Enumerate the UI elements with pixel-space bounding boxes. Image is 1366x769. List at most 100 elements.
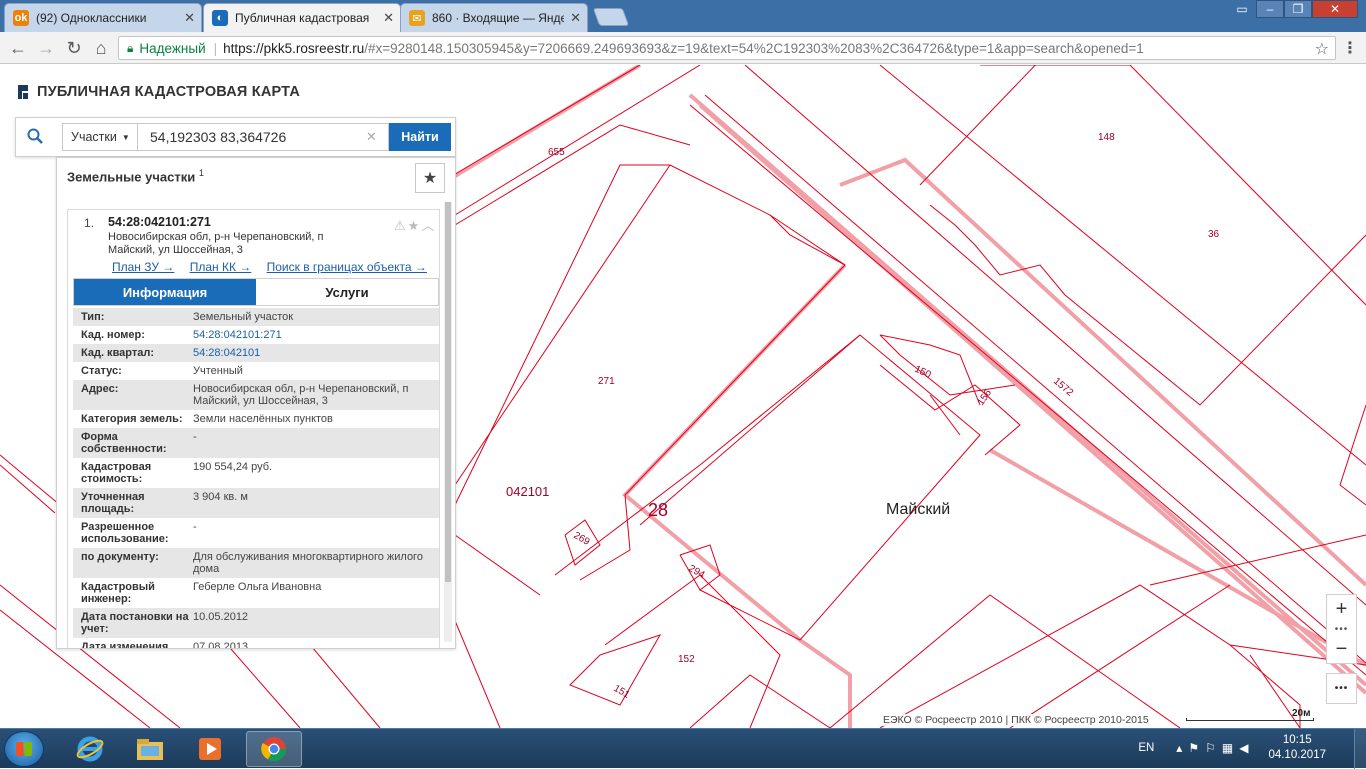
card-tabs: Информация Услуги (73, 278, 439, 306)
security-icon[interactable]: ⚑ (1188, 741, 1205, 755)
plan-kk-link[interactable]: План КК → (190, 260, 252, 274)
show-hidden-icons-icon[interactable]: ▴ (1176, 741, 1188, 755)
browser-menu-icon[interactable]: ⋮ (1342, 38, 1358, 58)
windows-taskbar: EN ▴⚑⚐▦◀ 10:15 04.10.2017 (0, 728, 1366, 769)
info-key: Дата постановки на учет: (81, 611, 189, 635)
home-icon[interactable]: ⌂ (91, 38, 111, 58)
info-value: - (193, 431, 197, 443)
search-query: 54,192303 83,364726 (150, 129, 287, 145)
close-window-button[interactable]: ✕ (1312, 0, 1358, 18)
close-tab-icon[interactable]: ✕ (570, 10, 581, 26)
results-heading: Земельные участки 1 (67, 168, 204, 184)
zoom-in-button[interactable]: + (1327, 595, 1356, 623)
search-in-bounds-link[interactable]: Поиск в границах объекта → (267, 260, 427, 274)
odnoklassniki-icon: ok (13, 10, 29, 26)
card-links: План ЗУ → План КК → Поиск в границах объ… (112, 260, 439, 274)
clock-date: 04.10.2017 (1268, 749, 1326, 761)
info-row: Тип: Земельный участок (73, 308, 439, 326)
info-value: 07.08.2013 (193, 641, 249, 649)
tab-yandex-mail[interactable]: ✉ 860 · Входящие — Яндекс ✕ (400, 3, 588, 32)
more-options-button[interactable]: ••• (1326, 673, 1357, 704)
result-cad-number[interactable]: 54:28:042101:271 (108, 215, 211, 229)
search-input[interactable]: 54,192303 83,364726 (137, 123, 389, 151)
secure-label: Надежный (139, 40, 206, 56)
info-value: Геберле Ольга Ивановна (193, 581, 322, 593)
url-bar[interactable]: 🔒︎ Надежный | https://pkk5.rosreestr.ru … (118, 36, 1336, 60)
file-explorer-icon[interactable] (122, 731, 178, 767)
results-panel: Земельные участки 1 ★ 1. 54:28:042101:27… (56, 157, 456, 649)
info-row: Кадастровый инженер: Геберле Ольга Иванов… (73, 578, 439, 608)
tab-info[interactable]: Информация (74, 279, 256, 305)
clear-icon[interactable]: ✕ (366, 129, 377, 145)
network-icon[interactable]: ▦ (1222, 741, 1239, 755)
star-icon[interactable]: ★ (408, 218, 422, 233)
parcel-label: 655 (548, 147, 565, 158)
search-icon[interactable] (27, 128, 43, 149)
info-key: Тип: (81, 311, 105, 323)
info-value: 190 554,24 руб. (193, 461, 273, 473)
info-value: 3 904 кв. м (193, 491, 248, 503)
close-tab-icon[interactable]: ✕ (184, 10, 195, 26)
forward-arrow-icon[interactable]: → (36, 38, 56, 58)
tab-title: 860 · Входящие — Яндекс (432, 11, 565, 25)
chevron-up-icon[interactable]: ︿ (421, 218, 436, 233)
media-player-icon[interactable] (182, 731, 238, 767)
app-brand[interactable]: ПУБЛИЧНАЯ КАДАСТРОВАЯ КАРТА (16, 83, 300, 101)
chrome-icon[interactable] (246, 731, 302, 767)
info-value: Учтенный (193, 365, 243, 377)
search-bar: Участки ▼ 54,192303 83,364726 ✕ Найти (15, 117, 456, 157)
scrollbar-thumb[interactable] (445, 202, 451, 582)
url-host: https://pkk5.rosreestr.ru (223, 40, 365, 56)
info-value: Земельный участок (193, 311, 294, 323)
info-key: Разрешенное использование: (81, 521, 169, 545)
back-arrow-icon[interactable]: ← (8, 38, 28, 58)
zoom-levels-icon[interactable]: ••• (1327, 623, 1356, 635)
settlement-label: Майский (886, 501, 950, 518)
info-value: Земли населённых пунктов (193, 413, 333, 425)
lock-icon: 🔒︎ (127, 40, 134, 55)
results-heading-text: Земельные участки (67, 169, 196, 185)
info-key: Категория земель: (81, 413, 183, 425)
bookmark-star-icon[interactable]: ☆ (1315, 39, 1329, 59)
internet-explorer-icon[interactable] (62, 731, 118, 767)
reload-icon[interactable]: ↻ (64, 38, 84, 58)
tab-pkk[interactable]: ◐ Публичная кадастровая ✕ (203, 3, 401, 32)
user-icon[interactable]: ▭ (1228, 0, 1256, 18)
info-row: Кад. квартал: 54:28:042101 (73, 344, 439, 362)
zoom-out-button[interactable]: − (1327, 635, 1356, 663)
info-key: Уточненная площадь: (81, 491, 145, 515)
search-type-value: Участки (71, 130, 117, 144)
close-tab-icon[interactable]: ✕ (383, 10, 394, 26)
parcel-label: 271 (598, 376, 615, 387)
result-address: Новосибирская обл, р-н Черепановский, п … (108, 231, 324, 256)
info-value[interactable]: 54:28:042101 (193, 347, 439, 359)
chevron-down-icon: ▼ (121, 132, 130, 142)
warning-icon[interactable]: ⚠ (394, 218, 408, 233)
show-desktop-button[interactable] (1354, 729, 1366, 769)
volume-icon[interactable]: ◀ (1239, 741, 1254, 755)
info-key: по документу: (81, 551, 159, 563)
search-type-select[interactable]: Участки ▼ (62, 123, 138, 151)
map-attribution: ЕЭКО © Росреестр 2010 | ПКК © Росреестр … (880, 714, 1152, 726)
plan-zu-link[interactable]: План ЗУ → (112, 260, 174, 274)
maximize-button[interactable]: ❐ (1284, 0, 1312, 18)
flag-icon[interactable]: ⚐ (1205, 741, 1222, 755)
app-title: ПУБЛИЧНАЯ КАДАСТРОВАЯ КАРТА (37, 84, 300, 100)
panel-scrollbar[interactable] (444, 202, 452, 642)
favorites-star-button[interactable]: ★ (415, 163, 445, 193)
info-value[interactable]: 54:28:042101:271 (193, 329, 439, 341)
tab-odnoklassniki[interactable]: ok (92) Одноклассники ✕ (4, 3, 202, 32)
info-key: Дата изменения (81, 641, 169, 649)
language-indicator[interactable]: EN (1138, 742, 1154, 754)
tab-services[interactable]: Услуги (256, 279, 438, 305)
search-button[interactable]: Найти (389, 123, 451, 151)
new-tab-button[interactable] (592, 8, 630, 26)
clock[interactable]: 10:15 04.10.2017 (1268, 733, 1326, 763)
system-tray: EN ▴⚑⚐▦◀ 10:15 04.10.2017 (1138, 733, 1326, 763)
result-card: 1. 54:28:042101:271 Новосибирская обл, р… (67, 209, 440, 649)
scale-line (1186, 718, 1314, 721)
minimize-button[interactable]: – (1256, 0, 1284, 18)
tray-icons: ▴⚑⚐▦◀ (1176, 741, 1254, 755)
start-button[interactable] (4, 731, 44, 767)
parcel-label: 152 (678, 654, 695, 665)
